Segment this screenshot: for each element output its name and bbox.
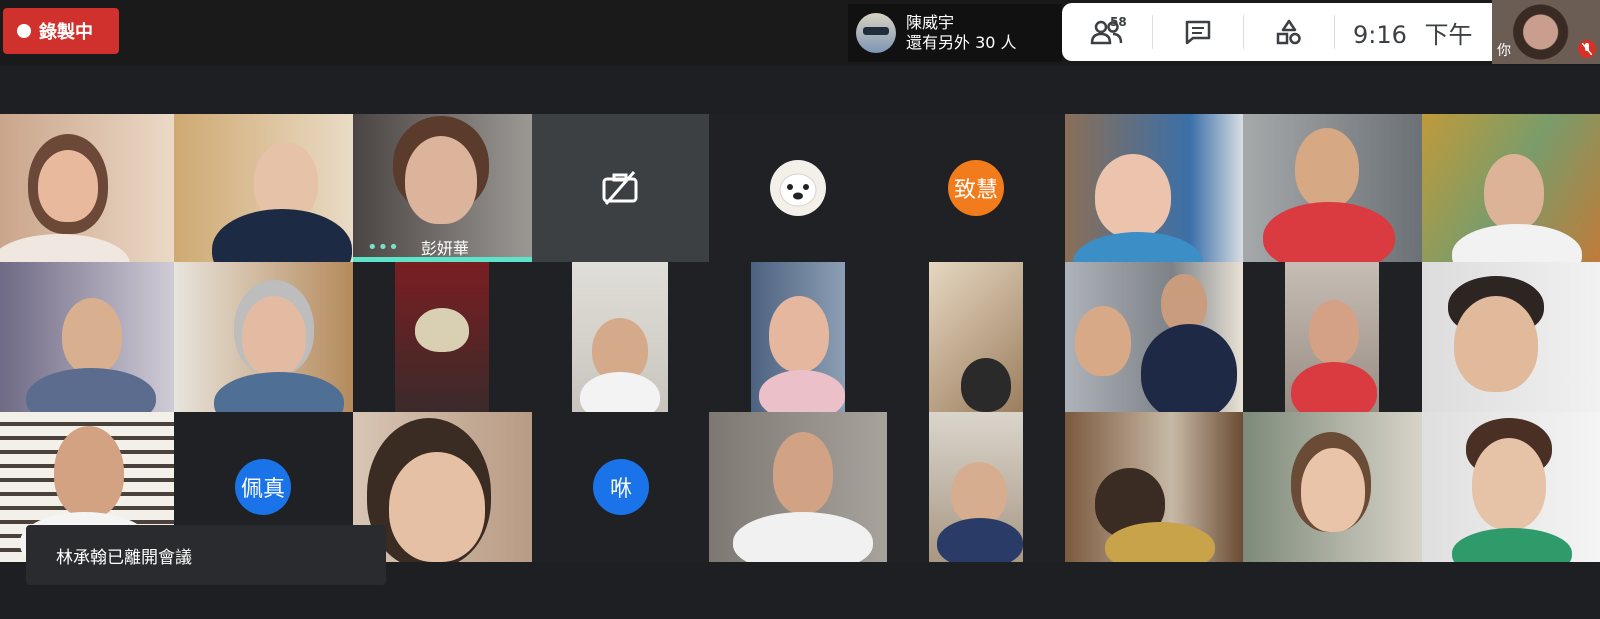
video-tile[interactable] [1065,412,1243,562]
participant-face [242,296,306,376]
participant-shirt [759,370,845,412]
participant-face [951,462,1007,524]
participant-face [62,298,122,374]
video-tile[interactable] [174,262,353,412]
participant-face [1309,300,1359,364]
participant-name: 彭妍華 [420,239,469,258]
video-tile[interactable] [532,262,709,412]
video-tile[interactable] [1243,262,1422,412]
presenter-more-count: 還有另外 30 人 [906,33,1017,52]
participant-face [1301,448,1365,532]
avatar-tile[interactable]: 咻 [532,412,709,562]
presenter-name: 陳威宇 [906,13,955,32]
presenter-avatar [856,13,896,53]
avatar-tile[interactable]: 致慧 [887,114,1065,262]
notification-toast: 林承翰已離開會議 [26,525,386,585]
speaking-dots-icon: ••• [367,236,399,258]
participants-button[interactable]: 58 [1062,3,1152,61]
video-tile[interactable] [353,262,532,412]
clock: 9:16 下午 [1335,15,1491,50]
activities-button[interactable] [1244,3,1334,61]
participant-face [1484,154,1544,230]
mic-off-icon [1578,40,1596,58]
avatar-tile[interactable] [709,114,887,262]
presenter-card[interactable]: 陳威宇 還有另外 30 人 [848,4,1062,62]
video-tile[interactable] [1065,114,1243,262]
participant-face [773,432,833,514]
avatar-initials: 佩真 [240,477,285,502]
video-tile[interactable] [1422,262,1600,412]
participant-face [1095,154,1171,238]
initials-avatar: 致慧 [948,160,1004,216]
video-tile[interactable] [174,114,353,262]
clock-time: 9:16 [1353,20,1407,49]
avatar-initials: 咻 [609,477,632,502]
participant-shirt [1141,324,1237,412]
recording-indicator[interactable]: 錄製中 [3,8,119,54]
participant-mask [415,308,469,352]
participant-face [54,426,124,518]
participants-count: 58 [1110,15,1127,29]
video-tile[interactable] [1243,114,1422,262]
participant-face [389,452,485,562]
notification-text: 林承翰已離開會議 [56,547,192,568]
meeting-controls: 58 9:16 下午 [1062,3,1492,61]
participant-face [405,136,477,224]
participant-face [1295,128,1359,208]
self-view-label: 你 [1497,43,1511,59]
participant-shirt [1263,202,1395,262]
video-tile[interactable] [709,262,887,412]
camera-off-icon [602,171,638,205]
video-tile[interactable] [1422,114,1600,262]
chat-button[interactable] [1153,3,1243,61]
initials-avatar: 咻 [593,459,649,515]
participant-face [1472,438,1546,530]
initials-avatar: 佩真 [235,459,291,515]
video-tile[interactable] [0,262,174,412]
participant-shirt [937,518,1023,562]
video-tile[interactable] [1065,262,1243,412]
participant-hair [961,358,1011,412]
video-tile[interactable] [1422,412,1600,562]
participant-face [1454,296,1538,392]
dog-avatar [770,160,826,216]
camera-off-tile[interactable] [532,114,709,262]
chat-icon [1185,20,1211,45]
video-tile[interactable] [709,412,887,562]
record-dot-icon [17,24,31,38]
recording-label: 錄製中 [39,22,93,43]
activities-icon [1276,19,1301,45]
video-tile[interactable] [1243,412,1422,562]
avatar-initials: 致慧 [953,178,998,203]
participant-face [1075,306,1131,376]
video-tile[interactable] [887,262,1065,412]
video-tile-speaking[interactable]: ••• 彭妍華 [353,114,532,262]
participant-face [769,296,829,372]
clock-ampm: 下午 [1424,20,1473,49]
participant-face [38,150,98,222]
video-tile[interactable] [0,114,174,262]
video-tile[interactable] [887,412,1065,562]
